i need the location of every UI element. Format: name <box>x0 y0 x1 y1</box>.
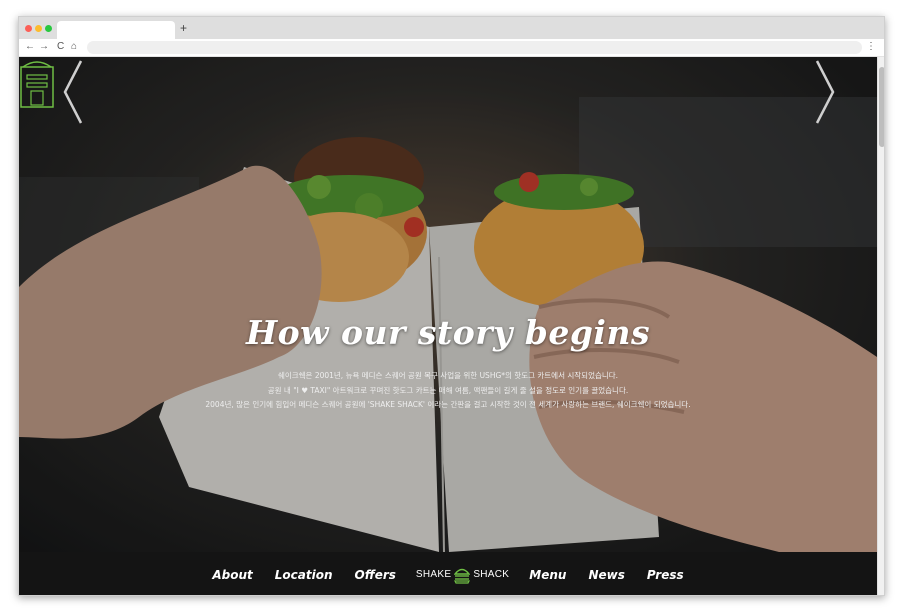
hero-title: How our story begins <box>245 313 651 352</box>
prev-slide-arrow-icon[interactable] <box>59 57 89 127</box>
logo-text-right: SHACK <box>473 569 510 580</box>
browser-toolbar: ← → C ⌂ ⋮ <box>19 39 884 57</box>
logo-text-left: SHAKE <box>415 569 452 580</box>
reload-icon[interactable]: C <box>57 40 64 54</box>
tab-bar: + <box>19 17 884 39</box>
main-nav: About Location Offers SHAKE SHACK Menu N… <box>19 552 877 595</box>
footer-nav-bar: About Location Offers SHAKE SHACK Menu N… <box>19 552 877 595</box>
hero-overlay <box>19 57 877 552</box>
hero-description: 쉐이크쉑은 2001년, 뉴욕 메디슨 스퀘어 공원 복구 사업을 위한 USH… <box>19 369 877 413</box>
vertical-scrollbar[interactable] <box>877 57 884 595</box>
burger-icon <box>454 568 471 584</box>
nav-location[interactable]: Location <box>275 568 333 582</box>
maximize-window-button[interactable] <box>45 25 52 32</box>
next-slide-arrow-icon[interactable] <box>809 57 839 127</box>
address-bar[interactable] <box>87 41 862 54</box>
shake-shack-logo[interactable]: SHAKE SHACK <box>416 566 509 584</box>
nav-offers[interactable]: Offers <box>355 568 396 582</box>
browser-tab[interactable] <box>57 21 175 39</box>
page-viewport: How our story begins 쉐이크쉑은 2001년, 뉴욕 메디슨… <box>19 57 877 595</box>
hero-line: 공원 내 "I ♥ TAXI" 아트워크로 꾸며진 핫도그 카트는 매해 여름,… <box>267 385 629 395</box>
minimize-window-button[interactable] <box>35 25 42 32</box>
hero-line: 쉐이크쉑은 2001년, 뉴욕 메디슨 스퀘어 공원 복구 사업을 위한 USH… <box>277 371 619 380</box>
nav-news[interactable]: News <box>588 568 624 582</box>
nav-menu[interactable]: Menu <box>529 568 566 582</box>
back-icon[interactable]: ← <box>25 40 35 54</box>
browser-window: + ← → C ⌂ ⋮ How our story begins 쉐이크쉑은 2… <box>18 16 885 596</box>
shake-shack-emblem-icon <box>20 61 54 108</box>
browser-menu-icon[interactable]: ⋮ <box>866 40 876 54</box>
forward-icon[interactable]: → <box>39 40 49 54</box>
hero-slide: How our story begins 쉐이크쉑은 2001년, 뉴욕 메디슨… <box>19 57 877 552</box>
nav-press[interactable]: Press <box>647 568 684 582</box>
scrollbar-thumb[interactable] <box>879 67 884 147</box>
home-icon[interactable]: ⌂ <box>71 40 77 54</box>
close-window-button[interactable] <box>25 25 32 32</box>
hero-line: 2004년, 많은 인기에 힘입어 메디슨 스퀘어 공원에 'SHAKE SHA… <box>205 400 691 409</box>
nav-about[interactable]: About <box>212 568 252 582</box>
new-tab-button[interactable]: + <box>180 19 187 37</box>
